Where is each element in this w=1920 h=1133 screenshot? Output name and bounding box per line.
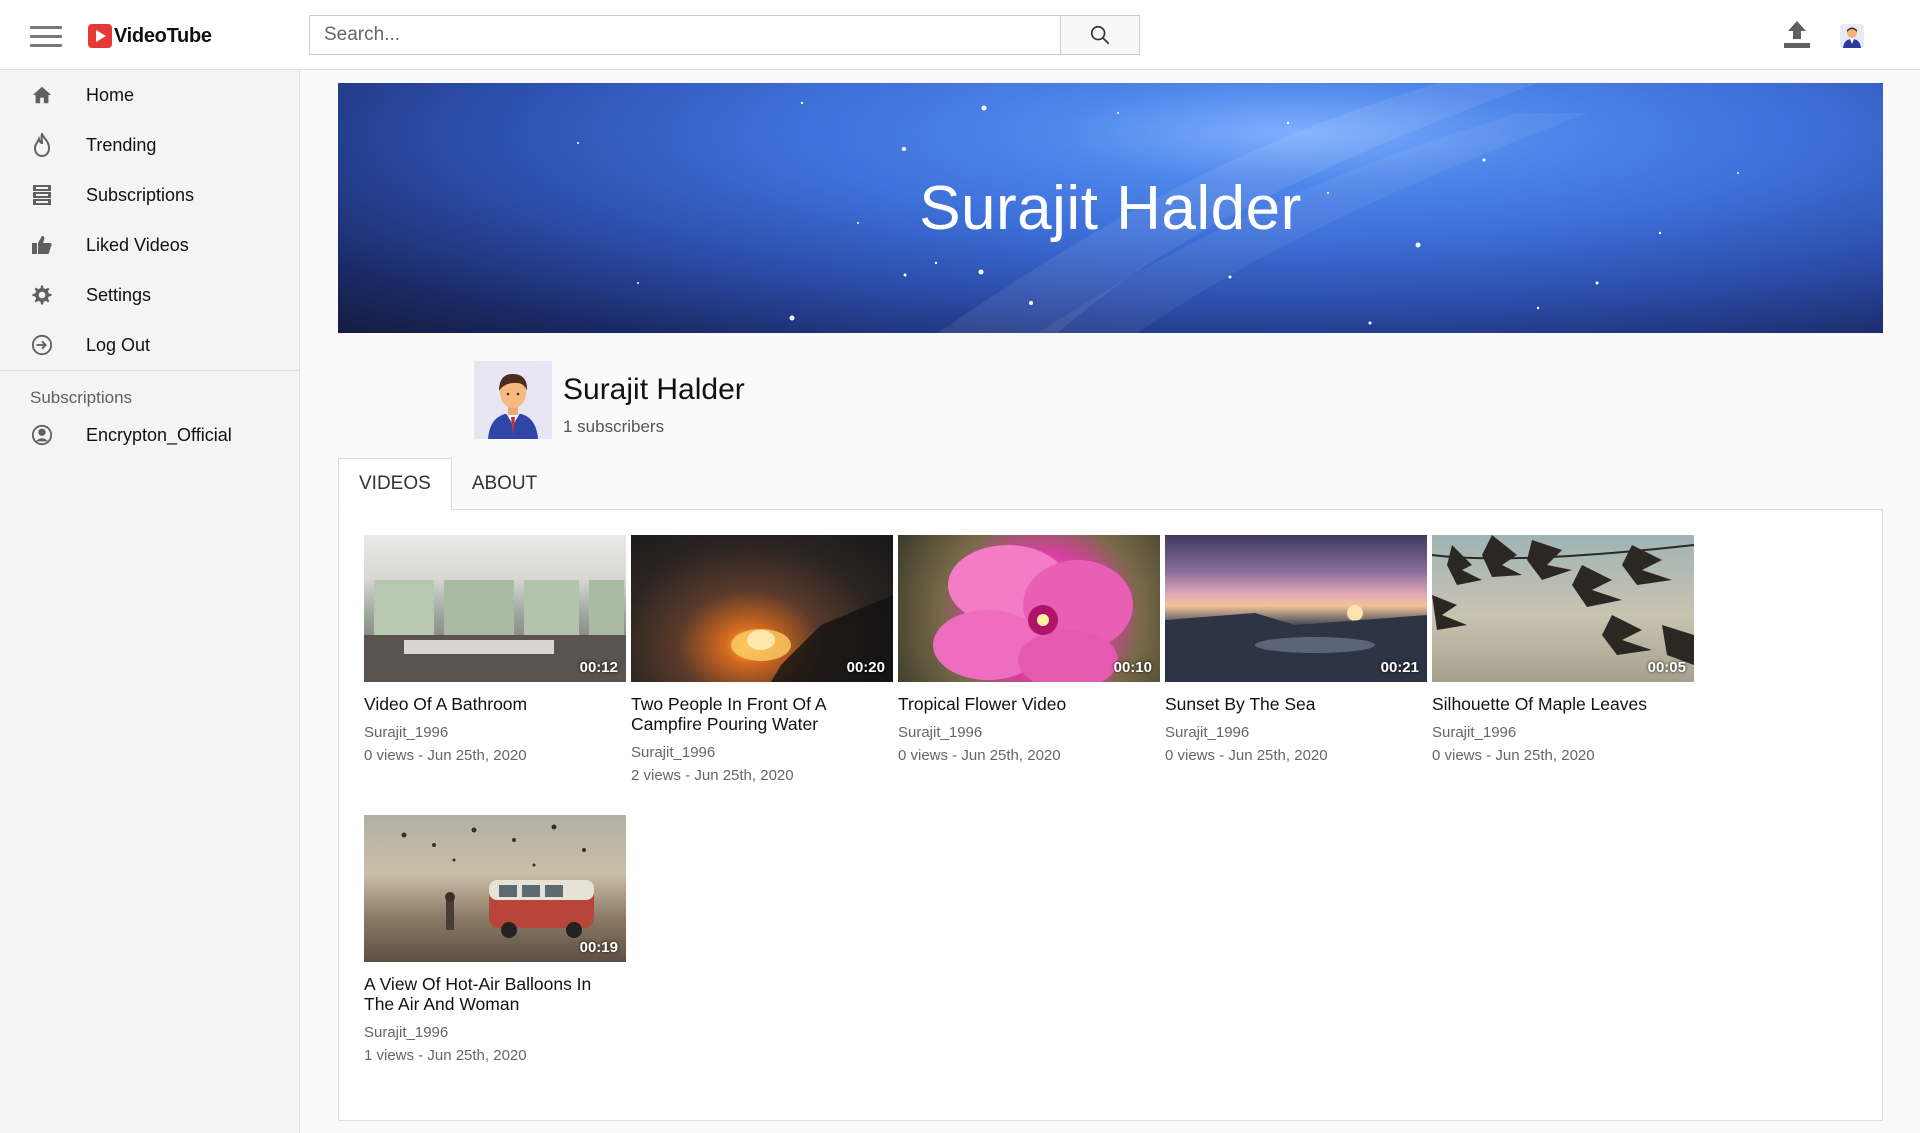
upload-icon bbox=[1784, 21, 1810, 48]
sidebar-item-label: Home bbox=[86, 84, 135, 105]
sidebar-item-label: Settings bbox=[86, 284, 152, 305]
video-duration: 00:21 bbox=[1380, 659, 1419, 676]
user-avatar-icon bbox=[1840, 24, 1864, 48]
channel-tabs: VIDEOS ABOUT bbox=[338, 458, 557, 510]
user-avatar[interactable] bbox=[1840, 24, 1864, 48]
sidebar-item-label: Subscriptions bbox=[86, 184, 195, 205]
video-card[interactable]: 00:12 Video Of A Bathroom Surajit_1996 0… bbox=[364, 535, 626, 764]
videos-panel: 00:12 Video Of A Bathroom Surajit_1996 0… bbox=[338, 509, 1883, 1121]
subscription-item[interactable]: Encrypton_Official bbox=[0, 410, 300, 460]
video-card[interactable]: 00:05 Silhouette Of Maple Leaves Surajit… bbox=[1432, 535, 1694, 764]
video-meta: 2 views - Jun 25th, 2020 bbox=[631, 767, 794, 784]
search-bar bbox=[309, 15, 1140, 55]
flame-icon bbox=[30, 133, 54, 157]
video-meta: 0 views - Jun 25th, 2020 bbox=[1165, 747, 1328, 764]
sidebar-item-trending[interactable]: Trending bbox=[0, 120, 300, 170]
subscription-label: Encrypton_Official bbox=[86, 424, 232, 445]
tab-about[interactable]: ABOUT bbox=[452, 458, 557, 510]
logout-icon bbox=[30, 333, 54, 357]
channel-avatar-icon bbox=[474, 361, 552, 439]
video-thumbnail[interactable]: 00:21 bbox=[1165, 535, 1427, 682]
video-meta: 0 views - Jun 25th, 2020 bbox=[364, 747, 527, 764]
menu-icon[interactable] bbox=[30, 26, 62, 48]
channel-banner: Surajit Halder bbox=[338, 83, 1883, 333]
video-title[interactable]: Silhouette Of Maple Leaves bbox=[1432, 694, 1672, 714]
video-card[interactable]: 00:19 A View Of Hot-Air Balloons In The … bbox=[364, 815, 626, 1064]
gear-icon bbox=[30, 283, 54, 307]
subscriptions-heading: Subscriptions bbox=[30, 388, 133, 407]
video-meta: 0 views - Jun 25th, 2020 bbox=[1432, 747, 1595, 764]
sidebar-item-log-out[interactable]: Log Out bbox=[0, 320, 300, 370]
video-author[interactable]: Surajit_1996 bbox=[1432, 724, 1694, 741]
sidebar-item-home[interactable]: Home bbox=[0, 70, 300, 120]
banner-title: Surajit Halder bbox=[919, 173, 1302, 243]
thumbs-up-icon bbox=[30, 233, 54, 257]
video-author[interactable]: Surajit_1996 bbox=[631, 744, 893, 761]
search-button[interactable] bbox=[1060, 15, 1140, 55]
video-thumbnail[interactable]: 00:12 bbox=[364, 535, 626, 682]
video-title[interactable]: A View Of Hot-Air Balloons In The Air An… bbox=[364, 974, 604, 1014]
sidebar-item-label: Liked Videos bbox=[86, 234, 189, 255]
logo-text: VideoTube bbox=[114, 24, 212, 47]
video-title[interactable]: Two People In Front Of A Campfire Pourin… bbox=[631, 694, 871, 734]
video-duration: 00:12 bbox=[579, 659, 618, 676]
sidebar: Home Trending Subscriptions Liked Videos… bbox=[0, 70, 300, 1133]
video-title[interactable]: Video Of A Bathroom bbox=[364, 694, 604, 714]
tab-videos[interactable]: VIDEOS bbox=[338, 458, 452, 510]
user-circle-icon bbox=[30, 423, 54, 447]
video-duration: 00:20 bbox=[846, 659, 885, 676]
upload-button[interactable] bbox=[1780, 18, 1814, 52]
video-thumbnail[interactable]: 00:05 bbox=[1432, 535, 1694, 682]
video-meta: 1 views - Jun 25th, 2020 bbox=[364, 1047, 527, 1064]
sidebar-item-liked-videos[interactable]: Liked Videos bbox=[0, 220, 300, 270]
video-thumbnail[interactable]: 00:20 bbox=[631, 535, 893, 682]
video-author[interactable]: Surajit_1996 bbox=[1165, 724, 1427, 741]
channel-name: Surajit Halder bbox=[563, 373, 745, 406]
video-card[interactable]: 00:21 Sunset By The Sea Surajit_1996 0 v… bbox=[1165, 535, 1427, 764]
search-input[interactable] bbox=[309, 15, 1060, 55]
channel-avatar bbox=[474, 361, 552, 439]
sidebar-item-subscriptions[interactable]: Subscriptions bbox=[0, 170, 300, 220]
video-duration: 00:10 bbox=[1113, 659, 1152, 676]
video-author[interactable]: Surajit_1996 bbox=[898, 724, 1160, 741]
video-duration: 00:05 bbox=[1647, 659, 1686, 676]
play-logo-icon bbox=[88, 24, 112, 48]
search-icon bbox=[1090, 25, 1110, 45]
top-bar: VideoTube bbox=[0, 0, 1920, 70]
sidebar-item-settings[interactable]: Settings bbox=[0, 270, 300, 320]
video-card[interactable]: 00:20 Two People In Front Of A Campfire … bbox=[631, 535, 893, 784]
sidebar-divider bbox=[0, 370, 300, 371]
video-author[interactable]: Surajit_1996 bbox=[364, 1024, 626, 1041]
video-author[interactable]: Surajit_1996 bbox=[364, 724, 626, 741]
subscriber-count: 1 subscribers bbox=[563, 417, 665, 436]
video-title[interactable]: Sunset By The Sea bbox=[1165, 694, 1405, 714]
video-meta: 0 views - Jun 25th, 2020 bbox=[898, 747, 1061, 764]
sidebar-item-label: Log Out bbox=[86, 334, 151, 355]
logo[interactable]: VideoTube bbox=[88, 24, 212, 48]
video-duration: 00:19 bbox=[579, 939, 618, 956]
subscriptions-icon bbox=[30, 183, 54, 207]
video-title[interactable]: Tropical Flower Video bbox=[898, 694, 1138, 714]
video-card[interactable]: 00:10 Tropical Flower Video Surajit_1996… bbox=[898, 535, 1160, 764]
video-thumbnail[interactable]: 00:19 bbox=[364, 815, 626, 962]
home-icon bbox=[30, 83, 54, 107]
sidebar-item-label: Trending bbox=[86, 134, 157, 155]
video-thumbnail[interactable]: 00:10 bbox=[898, 535, 1160, 682]
